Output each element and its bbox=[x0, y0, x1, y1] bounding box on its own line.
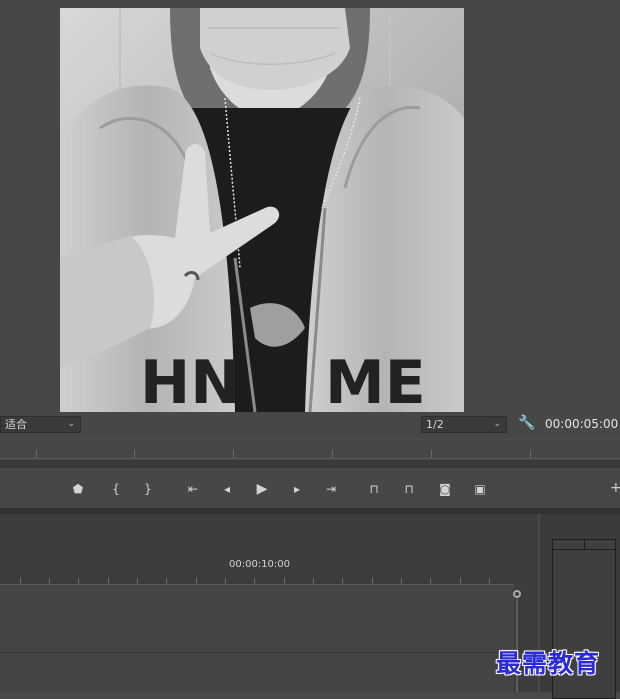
mark-in-button[interactable]: { bbox=[106, 479, 126, 499]
lift-button[interactable]: ⊓ bbox=[364, 479, 384, 499]
play-button[interactable]: ▶ bbox=[252, 479, 272, 499]
go-to-out-button[interactable]: ⇥ bbox=[321, 479, 341, 499]
program-monitor: HN ME bbox=[0, 0, 620, 412]
button-editor-plus[interactable]: + bbox=[610, 480, 620, 496]
playback-resolution-value: 1/2 bbox=[426, 418, 444, 431]
extract-button[interactable]: ⊓ bbox=[399, 479, 419, 499]
comparison-view-button[interactable]: ▣ bbox=[470, 479, 490, 499]
chevron-down-icon: ⌄ bbox=[67, 419, 75, 429]
chevron-down-icon: ⌄ bbox=[493, 419, 501, 429]
mark-out-button[interactable]: } bbox=[138, 479, 158, 499]
export-frame-button[interactable]: ◙ bbox=[435, 479, 455, 499]
video-frame: HN ME bbox=[60, 8, 464, 412]
timeline-tracks[interactable] bbox=[0, 585, 514, 692]
transport-controls: ⬟ {} ⇤ ◂ ▶ ▸ ⇥ ⊓ ⊓ ◙ ▣ bbox=[0, 470, 620, 508]
playback-resolution-select[interactable]: 1/2 ⌄ bbox=[421, 416, 507, 433]
timeline-ruler-time: 00:00:10:00 bbox=[229, 559, 291, 570]
scroll-handle[interactable] bbox=[513, 590, 521, 598]
timeline-ruler[interactable] bbox=[0, 570, 514, 585]
zoom-level-select[interactable]: 适合 ⌄ bbox=[0, 416, 81, 433]
svg-text:ME: ME bbox=[325, 348, 426, 412]
go-to-in-button[interactable]: ⇤ bbox=[183, 479, 203, 499]
step-back-button[interactable]: ◂ bbox=[217, 479, 237, 499]
video-frame-image: HN ME bbox=[60, 8, 464, 412]
watermark-text: 最需教育 bbox=[496, 649, 601, 678]
wrench-icon[interactable]: 🔧 bbox=[518, 415, 535, 431]
svg-text:HN: HN bbox=[140, 348, 240, 412]
monitor-scrub-bar[interactable] bbox=[0, 460, 620, 468]
step-forward-button[interactable]: ▸ bbox=[287, 479, 307, 499]
zoom-level-value: 适合 bbox=[5, 418, 27, 431]
playhead-timecode[interactable]: 00:00:05:00 bbox=[545, 417, 618, 431]
monitor-time-ruler[interactable] bbox=[0, 440, 620, 460]
add-marker-button[interactable]: ⬟ bbox=[68, 479, 88, 499]
monitor-controls: 适合 ⌄ 1/2 ⌄ 🔧 00:00:05:00 bbox=[0, 412, 620, 438]
